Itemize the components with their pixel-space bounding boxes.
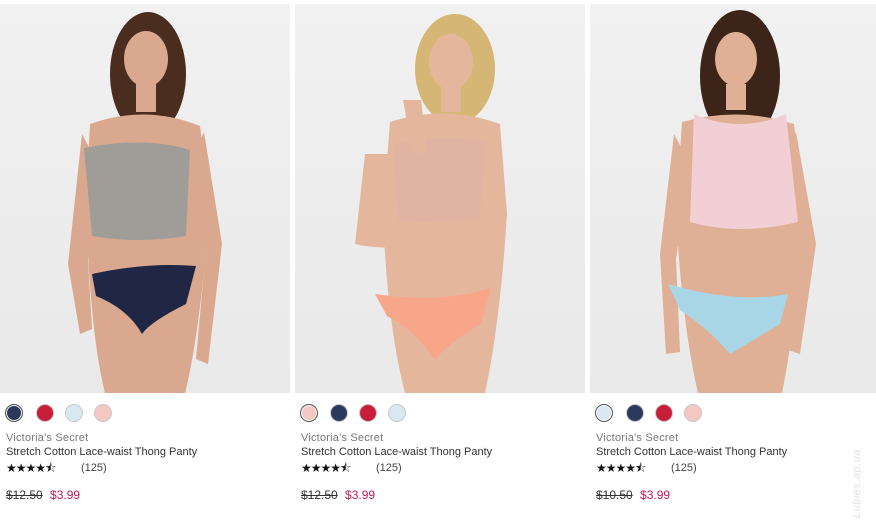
swatch-red-print[interactable] xyxy=(36,404,54,422)
original-price: $12.50 xyxy=(301,488,338,502)
brand-name: Victoria's Secret xyxy=(301,432,384,444)
product-name[interactable]: Stretch Cotton Lace-waist Thong Panty xyxy=(301,446,492,458)
original-price: $12.50 xyxy=(6,488,43,502)
price: $10.50 $3.99 xyxy=(596,488,670,502)
star-rating-icon: ★★★★⯪ xyxy=(301,461,351,475)
swatch-light-blue[interactable] xyxy=(65,404,83,422)
swatch-light-blue[interactable] xyxy=(388,404,406,422)
review-count[interactable]: (125) xyxy=(671,461,697,475)
model-illustration xyxy=(68,12,222,393)
product-name[interactable]: Stretch Cotton Lace-waist Thong Panty xyxy=(6,446,197,458)
product-grid: Victoria's Secret Stretch Cotton Lace-wa… xyxy=(0,0,876,524)
review-count[interactable]: (125) xyxy=(81,461,107,475)
price: $12.50 $3.99 xyxy=(301,488,375,502)
product-name[interactable]: Stretch Cotton Lace-waist Thong Panty xyxy=(596,446,787,458)
swatch-pink[interactable] xyxy=(684,404,702,422)
product-card[interactable]: Victoria's Secret Stretch Cotton Lace-wa… xyxy=(295,0,585,524)
swatch-red-print[interactable] xyxy=(655,404,673,422)
swatch-navy[interactable] xyxy=(626,404,644,422)
review-count[interactable]: (125) xyxy=(376,461,402,475)
product-card[interactable]: Victoria's Secret Stretch Cotton Lace-wa… xyxy=(590,0,876,524)
watermark: Lubies.ap.ua xyxy=(851,449,863,518)
model-illustration xyxy=(355,14,507,393)
swatch-navy[interactable] xyxy=(330,404,348,422)
product-card[interactable]: Victoria's Secret Stretch Cotton Lace-wa… xyxy=(0,0,290,524)
brand-name: Victoria's Secret xyxy=(596,432,679,444)
product-image[interactable] xyxy=(295,4,585,393)
sale-price: $3.99 xyxy=(345,488,376,502)
swatch-pink[interactable] xyxy=(300,404,318,422)
product-image[interactable] xyxy=(590,4,876,393)
sale-price: $3.99 xyxy=(640,488,671,502)
swatch-light-blue[interactable] xyxy=(595,404,613,422)
brand-name: Victoria's Secret xyxy=(6,432,89,444)
swatch-red-print[interactable] xyxy=(359,404,377,422)
star-rating-icon: ★★★★⯪ xyxy=(596,461,646,475)
product-image[interactable] xyxy=(0,4,290,393)
swatch-pink[interactable] xyxy=(94,404,112,422)
sale-price: $3.99 xyxy=(50,488,81,502)
swatch-navy[interactable] xyxy=(5,404,23,422)
original-price: $10.50 xyxy=(596,488,633,502)
model-illustration xyxy=(660,10,816,393)
price: $12.50 $3.99 xyxy=(6,488,80,502)
star-rating-icon: ★★★★⯪ xyxy=(6,461,56,475)
